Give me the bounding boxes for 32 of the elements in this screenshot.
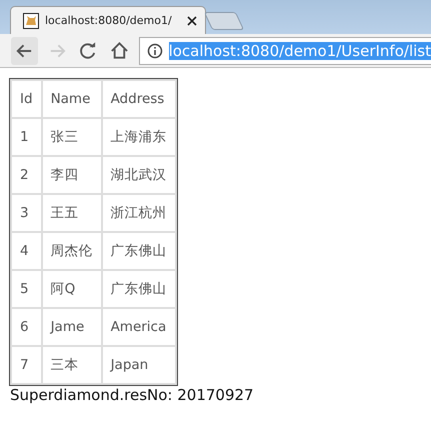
table-cell: 3 — [11, 194, 42, 232]
table-cell: 湖北武汉 — [102, 156, 176, 194]
close-icon[interactable] — [187, 16, 197, 26]
column-header: Id — [11, 80, 42, 118]
table-cell: 1 — [11, 118, 42, 156]
table-cell: 上海浦东 — [102, 118, 176, 156]
footer-text: Superdiamond.resNo: 20170927 — [10, 386, 255, 404]
table-cell: America — [102, 308, 176, 346]
url-text: localhost:8080/demo1/UserInfo/list — [168, 42, 431, 60]
table-cell: 7 — [11, 346, 42, 384]
info-icon — [146, 42, 163, 58]
table-cell: Jame — [42, 308, 102, 346]
column-header: Address — [102, 80, 176, 118]
table-cell: 6 — [11, 308, 42, 346]
table-cell: Japan — [102, 346, 176, 384]
table-cell: 李四 — [42, 156, 102, 194]
table-cell: 广东佛山 — [102, 232, 176, 270]
table-cell: 王五 — [42, 194, 102, 232]
table-cell: 广东佛山 — [102, 270, 176, 308]
tab-title: localhost:8080/demo1/ — [45, 14, 173, 27]
table-cell: 4 — [11, 232, 42, 270]
table-cell: 浙江杭州 — [102, 194, 176, 232]
table-cell: 三本 — [42, 346, 102, 384]
table-cell: 2 — [11, 156, 42, 194]
table-cell: 周杰伦 — [42, 232, 102, 270]
back-icon[interactable] — [11, 36, 38, 64]
table-cell: 张三 — [42, 118, 102, 156]
column-header: Name — [42, 80, 102, 118]
new-tab-button[interactable] — [204, 12, 244, 30]
table-cell: 阿Q — [42, 270, 102, 308]
browser-tab[interactable]: localhost:8080/demo1/ — [10, 6, 206, 34]
table-cell: 5 — [11, 270, 42, 308]
